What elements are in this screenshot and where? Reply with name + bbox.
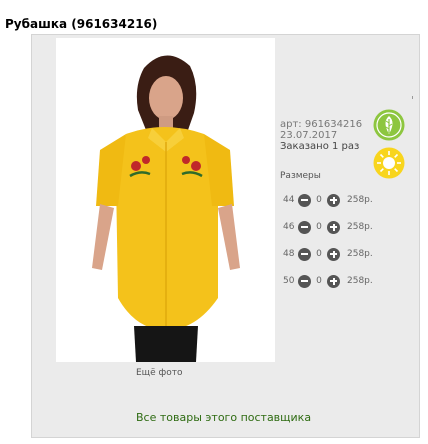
ordered-count: Заказано 1 раз — [280, 141, 360, 152]
minus-icon[interactable] — [298, 193, 311, 207]
quantity-value: 0 — [316, 195, 322, 205]
leaf-icon — [373, 109, 405, 141]
all-supplier-goods-link[interactable]: Все товары этого поставщика — [136, 411, 311, 424]
price-value: 258р. — [347, 195, 373, 205]
plus-icon[interactable] — [327, 247, 340, 261]
size-value: 44 — [283, 195, 295, 205]
size-row: 44 0 258р. — [283, 192, 373, 208]
divider-tick — [412, 96, 413, 99]
minus-icon[interactable] — [298, 220, 311, 234]
product-photo[interactable] — [56, 38, 275, 362]
size-row: 46 0 258р. — [283, 219, 373, 235]
price-value: 258р. — [347, 276, 373, 286]
quantity-value: 0 — [316, 276, 322, 286]
plus-icon[interactable] — [327, 274, 340, 288]
product-date: 23.07.2017 — [280, 130, 338, 141]
product-title: Рубашка (961634216) — [5, 17, 158, 31]
more-photo-link[interactable]: Ещё фото — [136, 368, 183, 378]
minus-icon[interactable] — [298, 274, 311, 288]
size-value: 50 — [283, 276, 295, 286]
minus-icon[interactable] — [298, 247, 311, 261]
size-value: 46 — [283, 222, 295, 232]
size-value: 48 — [283, 249, 295, 259]
size-row: 48 0 258р. — [283, 246, 373, 262]
quantity-value: 0 — [316, 222, 322, 232]
product-info: арт: 961634216 23.07.2017 Заказано 1 раз — [280, 119, 362, 152]
price-value: 258р. — [347, 249, 373, 259]
plus-icon[interactable] — [327, 193, 340, 207]
plus-icon[interactable] — [327, 220, 340, 234]
size-row: 50 0 258р. — [283, 273, 373, 289]
price-value: 258р. — [347, 222, 373, 232]
shirt-photo-image — [56, 38, 275, 362]
article-number: арт: 961634216 — [280, 119, 363, 130]
quantity-value: 0 — [316, 249, 322, 259]
sizes-heading: Размеры — [280, 171, 321, 181]
sun-icon — [373, 147, 405, 179]
